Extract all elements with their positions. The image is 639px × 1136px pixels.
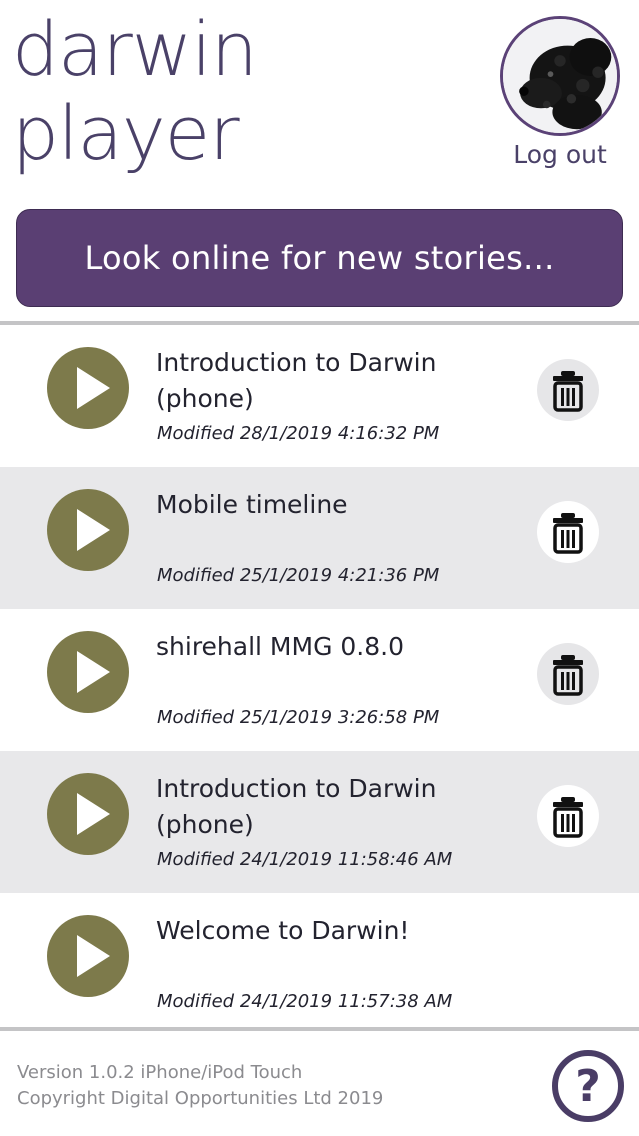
bottom-divider [0, 1027, 639, 1031]
story-title: shirehall MMG 0.8.0 [156, 632, 404, 661]
trash-icon [553, 655, 583, 696]
story-title: Mobile timeline [156, 490, 348, 519]
app-title-line-1: darwin [12, 7, 258, 93]
trash-icon [553, 371, 583, 412]
app-title: darwin player [12, 7, 258, 177]
logout-button[interactable]: Log out [500, 140, 620, 169]
story-title: Introduction to Darwin (phone) [156, 348, 437, 413]
play-button[interactable] [47, 347, 129, 429]
story-modified-date: Modified 24/1/2019 11:57:38 AM [157, 991, 453, 1012]
play-icon [77, 509, 110, 551]
story-modified-date: Modified 25/1/2019 4:21:36 PM [157, 565, 440, 586]
play-icon [77, 367, 110, 409]
story-modified-date: Modified 25/1/2019 3:26:58 PM [157, 707, 440, 728]
delete-button[interactable] [537, 643, 599, 705]
story-title: Welcome to Darwin! [156, 916, 410, 945]
play-icon [77, 793, 110, 835]
play-icon [77, 651, 110, 693]
user-avatar[interactable] [500, 16, 620, 136]
help-icon: ? [575, 1060, 601, 1112]
story-row[interactable]: Mobile timeline Modified 25/1/2019 4:21:… [0, 467, 639, 609]
trash-icon [553, 513, 583, 554]
help-button[interactable]: ? [552, 1050, 624, 1122]
play-button[interactable] [47, 773, 129, 855]
delete-button[interactable] [537, 359, 599, 421]
play-button[interactable] [47, 915, 129, 997]
story-modified-date: Modified 24/1/2019 11:58:46 AM [157, 849, 453, 870]
play-icon [77, 935, 110, 977]
story-row[interactable]: Welcome to Darwin! Modified 24/1/2019 11… [0, 893, 639, 1035]
story-row[interactable]: Introduction to Darwin (phone) Modified … [0, 751, 639, 893]
copyright-text: Copyright Digital Opportunities Ltd 2019 [17, 1088, 384, 1109]
story-title: Introduction to Darwin (phone) [156, 774, 437, 839]
trash-icon [553, 797, 583, 838]
dog-avatar-icon [503, 19, 617, 133]
story-row[interactable]: Introduction to Darwin (phone) Modified … [0, 325, 639, 467]
story-list: Introduction to Darwin (phone) Modified … [0, 325, 639, 1035]
play-button[interactable] [47, 631, 129, 713]
app-title-line-2: player [12, 91, 240, 177]
play-button[interactable] [47, 489, 129, 571]
delete-button[interactable] [537, 501, 599, 563]
version-text: Version 1.0.2 iPhone/iPod Touch [17, 1062, 303, 1083]
look-online-button[interactable]: Look online for new stories... [16, 209, 623, 307]
story-row[interactable]: shirehall MMG 0.8.0 Modified 25/1/2019 3… [0, 609, 639, 751]
footer-info: Version 1.0.2 iPhone/iPod Touch Copyrigh… [17, 1060, 383, 1112]
story-modified-date: Modified 28/1/2019 4:16:32 PM [157, 423, 440, 444]
delete-button[interactable] [537, 785, 599, 847]
